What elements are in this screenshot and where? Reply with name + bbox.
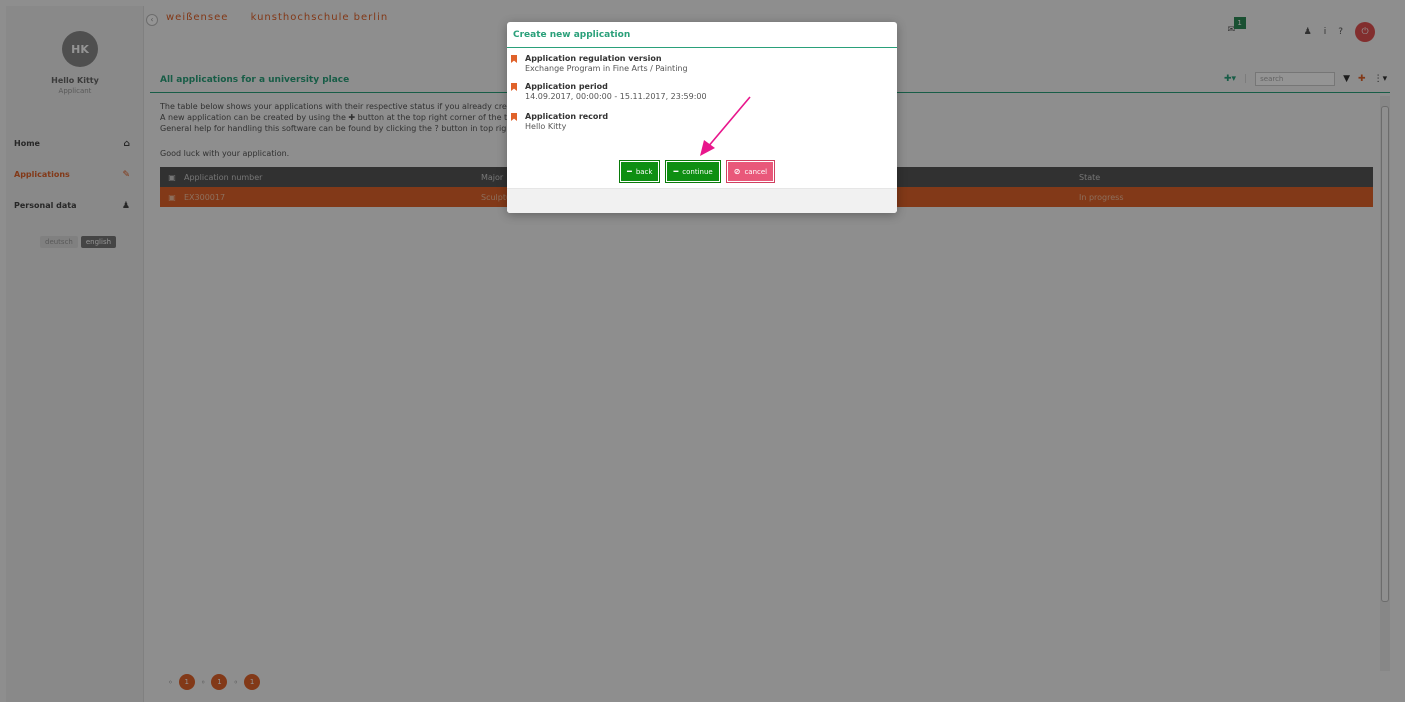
continue-button[interactable]: ━ continue (665, 160, 721, 183)
cancel-button-label: cancel (744, 167, 768, 176)
bookmark-icon (511, 55, 517, 63)
minus-icon: ━ (673, 167, 679, 176)
dialog-field: Application regulation version Exchange … (511, 54, 897, 74)
dialog-footer (507, 188, 897, 213)
field-label: Application record (525, 112, 609, 121)
bookmark-icon (511, 113, 517, 121)
field-value: Hello Kitty (525, 122, 567, 131)
field-value: 14.09.2017, 00:00:00 - 15.11.2017, 23:59… (525, 92, 707, 101)
field-value: Exchange Program in Fine Arts / Painting (525, 64, 688, 73)
cancel-button[interactable]: ⊘ cancel (725, 160, 776, 183)
field-label: Application regulation version (525, 54, 662, 63)
back-button[interactable]: ━ back (618, 160, 661, 183)
dialog-title: Create new application (507, 22, 897, 48)
continue-button-label: continue (682, 167, 713, 176)
back-button-label: back (635, 167, 653, 176)
bookmark-icon (511, 83, 517, 91)
field-label: Application period (525, 82, 608, 91)
dialog-buttons: ━ back ━ continue ⊘ cancel (618, 160, 776, 183)
minus-icon: ━ (627, 167, 632, 176)
cancel-circle-icon: ⊘ (733, 167, 741, 176)
annotation-arrow-icon (700, 96, 751, 156)
